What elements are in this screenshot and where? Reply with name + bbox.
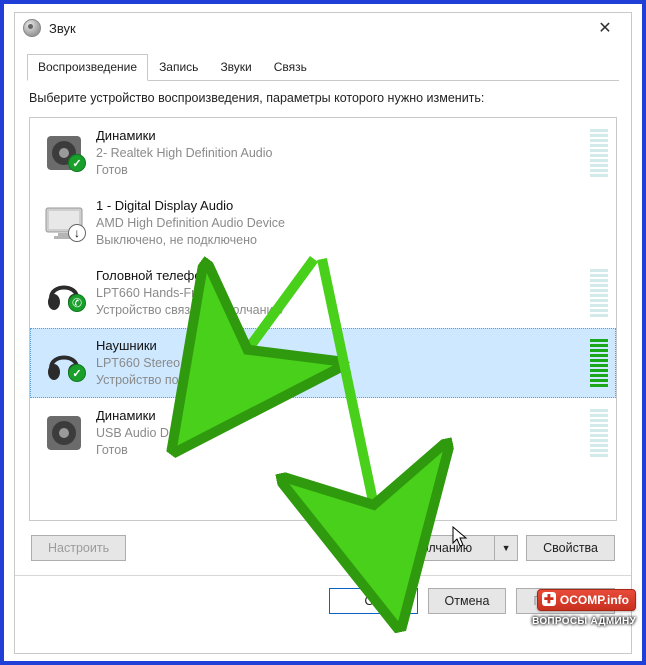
device-row[interactable]: Наушники LPT660 Stereo Устройство по умо…	[30, 328, 616, 398]
tab-playback[interactable]: Воспроизведение	[27, 54, 148, 81]
device-status: Выключено, не подключено	[96, 232, 584, 249]
ok-button[interactable]: OK	[329, 588, 417, 614]
device-row[interactable]: Динамики 2- Realtek High Definition Audi…	[30, 118, 616, 188]
arrow-down-icon	[68, 224, 86, 242]
device-sub: 2- Realtek High Definition Audio	[96, 145, 584, 162]
close-button[interactable]: ✕	[585, 16, 625, 40]
device-name: 1 - Digital Display Audio	[96, 197, 584, 215]
titlebar: Звук ✕	[15, 13, 631, 43]
cancel-button[interactable]: Отмена	[428, 588, 507, 614]
device-status: Готов	[96, 162, 584, 179]
level-meter	[590, 409, 608, 457]
watermark-subtext: ВОПРОСЫ АДМИНУ	[532, 616, 636, 627]
chevron-down-icon[interactable]: ▼	[495, 536, 517, 560]
tab-sounds[interactable]: Звуки	[209, 54, 262, 81]
set-default-label: По умолчанию	[366, 536, 496, 560]
sound-icon	[23, 19, 41, 37]
device-sub: USB Audio Device	[96, 425, 584, 442]
window-title: Звук	[49, 21, 76, 36]
phone-icon	[68, 294, 86, 312]
device-sub: LPT660 Hands-Free	[96, 285, 584, 302]
level-meter	[590, 339, 608, 387]
device-row[interactable]: Головной телефон LPT660 Hands-Free Устро…	[30, 258, 616, 328]
device-status: Устройство связи по умолчанию	[96, 302, 584, 319]
device-status: Устройство по умолчанию	[96, 372, 584, 389]
checkmark-icon	[68, 154, 86, 172]
device-status: Готов	[96, 442, 584, 459]
tab-strip: Воспроизведение Запись Звуки Связь	[15, 43, 631, 81]
level-meter	[590, 269, 608, 317]
device-list[interactable]: Динамики 2- Realtek High Definition Audi…	[29, 117, 617, 521]
set-default-button[interactable]: По умолчанию ▼	[365, 535, 519, 561]
device-name: Динамики	[96, 407, 584, 425]
device-name: Наушники	[96, 337, 584, 355]
instruction-text: Выберите устройство воспроизведения, пар…	[15, 81, 631, 111]
device-name: Динамики	[96, 127, 584, 145]
tab-recording[interactable]: Запись	[148, 54, 209, 81]
configure-button[interactable]: Настроить	[31, 535, 126, 561]
sound-dialog: Звук ✕ Воспроизведение Запись Звуки Связ…	[14, 12, 632, 654]
watermark-badge: OCOMP.info	[537, 589, 636, 611]
checkmark-icon	[68, 364, 86, 382]
device-sub: LPT660 Stereo	[96, 355, 584, 372]
tab-communications[interactable]: Связь	[263, 54, 318, 81]
speaker-icon	[43, 412, 85, 454]
device-sub: AMD High Definition Audio Device	[96, 215, 584, 232]
properties-button[interactable]: Свойства	[526, 535, 615, 561]
level-meter	[590, 129, 608, 177]
device-row[interactable]: Динамики USB Audio Device Готов	[30, 398, 616, 468]
device-row[interactable]: 1 - Digital Display Audio AMD High Defin…	[30, 188, 616, 258]
device-name: Головной телефон	[96, 267, 584, 285]
